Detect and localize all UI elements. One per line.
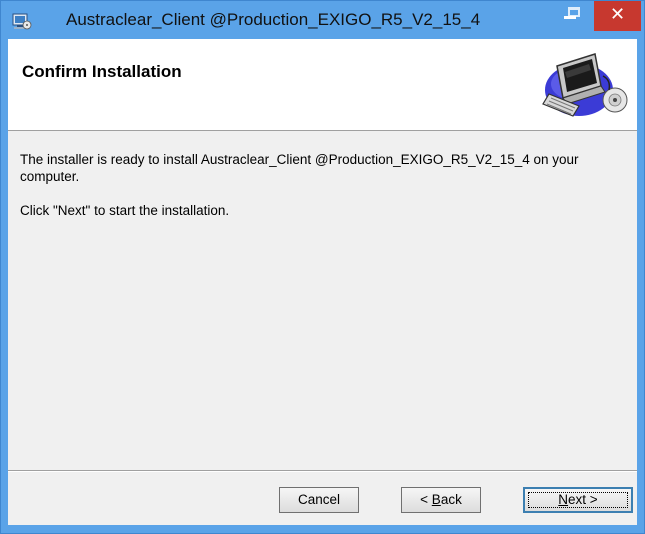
instruction-message: Click "Next" to start the installation. — [20, 203, 230, 218]
focus-rectangle — [528, 492, 628, 508]
next-button[interactable]: Next > — [523, 487, 633, 513]
close-button[interactable]: ✕ — [594, 1, 641, 31]
cancel-button[interactable]: Cancel — [279, 487, 359, 513]
installer-window: Austraclear_Client @Production_EXIGO_R5_… — [0, 0, 645, 534]
computer-cd-icon — [542, 53, 628, 117]
dialog-header: Confirm Installation — [8, 39, 637, 131]
message-area: The installer is ready to install Austra… — [20, 151, 630, 219]
footer-divider — [8, 470, 637, 472]
page-title: Confirm Installation — [22, 62, 182, 81]
install-message: The installer is ready to install Austra… — [20, 152, 579, 184]
back-button[interactable]: < Back — [401, 487, 481, 513]
back-prefix: < — [420, 492, 432, 507]
installer-icon — [12, 13, 32, 30]
back-label-rest: ack — [440, 492, 462, 507]
title-bar[interactable]: Austraclear_Client @Production_EXIGO_R5_… — [1, 1, 644, 39]
maximize-button[interactable] — [561, 1, 589, 31]
close-icon: ✕ — [609, 4, 626, 25]
dialog-client-area: Confirm Installation The installer is re… — [8, 39, 637, 525]
back-mnemonic: B — [431, 492, 441, 507]
maximize-icon — [568, 7, 580, 17]
window-title: Austraclear_Client @Production_EXIGO_R5_… — [66, 10, 481, 29]
